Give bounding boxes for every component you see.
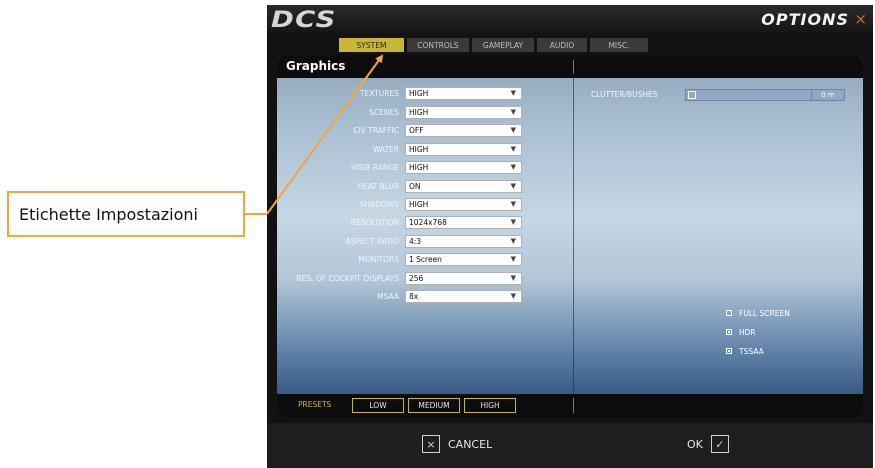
close-icon: × — [422, 435, 440, 453]
column-divider — [573, 78, 574, 394]
dropdown-value: 256 — [409, 274, 424, 283]
slider-thumb[interactable] — [688, 91, 696, 99]
chevron-down-icon: ▼ — [510, 126, 516, 134]
window-title: OPTIONS — [761, 10, 849, 29]
chevron-down-icon: ▼ — [510, 145, 516, 153]
setting-label-textures: TEXTURES — [359, 89, 399, 98]
annotation-connector-line — [245, 213, 267, 215]
setting-label-resolution: RESOLUTION — [350, 218, 399, 227]
setting-dropdown-heat-blur[interactable]: ON ▼ — [405, 180, 522, 193]
chevron-down-icon: ▼ — [510, 200, 516, 208]
dropdown-value: HIGH — [409, 163, 429, 172]
preset-low-button[interactable]: LOW — [352, 398, 404, 413]
dropdown-value: HIGH — [409, 200, 429, 209]
setting-label-water: WATER — [372, 145, 399, 154]
presets-bar: PRESETS LOW MEDIUM HIGH — [277, 394, 863, 417]
dropdown-value: HIGH — [409, 145, 429, 154]
chevron-down-icon: ▼ — [510, 237, 516, 245]
dropdown-value: ON — [409, 182, 421, 191]
checkmark-icon: ✓ — [710, 435, 729, 453]
setting-dropdown-visib-range[interactable]: HIGH ▼ — [405, 161, 522, 174]
cancel-button[interactable]: × CANCEL — [422, 435, 492, 453]
footer-bar: × CANCEL OK ✓ — [267, 423, 873, 468]
setting-dropdown-civ-traffic[interactable]: OFF ▼ — [405, 124, 522, 137]
annotation-callout-text: Etichette Impostazioni — [19, 204, 198, 224]
setting-label-aspect-ratio: ASPECT RATIO — [345, 237, 399, 246]
checkbox-label: FULL SCREEN — [739, 309, 790, 318]
tab-controls[interactable]: CONTROLS — [407, 38, 469, 52]
setting-label-shadows: SHADOWS — [359, 200, 399, 209]
setting-label-monitors: MONITORS — [358, 255, 399, 264]
options-window: DCS OPTIONS × SYSTEM CONTROLS GAMEPLAY A… — [267, 5, 873, 468]
clutter-value: 0 m — [811, 90, 844, 100]
section-title: Graphics — [286, 59, 346, 73]
dropdown-value: HIGH — [409, 89, 429, 98]
tab-misc[interactable]: MISC. — [590, 38, 648, 52]
annotation-callout: Etichette Impostazioni — [7, 191, 245, 237]
chevron-down-icon: ▼ — [510, 255, 516, 263]
dropdown-value: 4:3 — [409, 237, 422, 246]
presets-divider — [573, 398, 574, 413]
graphics-panel: Graphics TEXTURES HIGH ▼ SCENES HIGH ▼ CIV… — [277, 55, 863, 417]
dropdown-value: OFF — [409, 126, 424, 135]
setting-dropdown-cockpit-displays[interactable]: 256 ▼ — [405, 272, 522, 285]
panel-header: Graphics — [277, 55, 863, 78]
header-divider — [573, 60, 574, 74]
title-bar: DCS OPTIONS × — [267, 5, 873, 33]
checkbox-tssaa[interactable]: TSSAA — [726, 346, 764, 358]
tab-gameplay[interactable]: GAMEPLAY — [472, 38, 534, 52]
checkbox-label: TSSAA — [739, 347, 764, 356]
checkbox-box[interactable] — [726, 329, 732, 335]
dcs-logo: DCS — [271, 8, 337, 33]
setting-dropdown-water[interactable]: HIGH ▼ — [405, 143, 522, 156]
chevron-down-icon: ▼ — [510, 182, 516, 190]
chevron-down-icon: ▼ — [510, 89, 516, 97]
setting-dropdown-aspect-ratio[interactable]: 4:3 ▼ — [405, 235, 522, 248]
setting-dropdown-shadows[interactable]: HIGH ▼ — [405, 198, 522, 211]
setting-label-visib-range: VISIB RANGE — [350, 163, 399, 172]
checkbox-label: HDR — [739, 328, 756, 337]
chevron-down-icon: ▼ — [510, 163, 516, 171]
tab-system[interactable]: SYSTEM — [339, 38, 404, 52]
setting-dropdown-scenes[interactable]: HIGH ▼ — [405, 106, 522, 119]
ok-button[interactable]: OK ✓ — [687, 435, 729, 453]
clutter-slider[interactable]: 0 m — [685, 89, 845, 101]
tab-audio[interactable]: AUDIO — [537, 38, 587, 52]
checkbox-full-screen[interactable]: FULL SCREEN — [726, 308, 790, 320]
presets-label: PRESETS — [298, 400, 332, 409]
checkbox-box[interactable] — [726, 310, 732, 316]
setting-label-heat-blur: HEAT BLUR — [357, 182, 399, 191]
chevron-down-icon: ▼ — [510, 108, 516, 116]
setting-dropdown-textures[interactable]: HIGH ▼ — [405, 87, 522, 100]
dropdown-value: 8x — [409, 292, 419, 301]
close-icon[interactable]: × — [854, 10, 867, 28]
preset-high-button[interactable]: HIGH — [464, 398, 516, 413]
setting-dropdown-monitors[interactable]: 1 Screen ▼ — [405, 253, 522, 266]
checkbox-hdr[interactable]: HDR — [726, 327, 756, 339]
dropdown-value: 1 Screen — [409, 255, 442, 264]
setting-dropdown-msaa[interactable]: 8x ▼ — [405, 290, 522, 303]
clutter-label: CLUTTER/BUSHES — [591, 90, 658, 99]
chevron-down-icon: ▼ — [510, 274, 516, 282]
dropdown-value: 1024x768 — [409, 218, 447, 227]
preset-medium-button[interactable]: MEDIUM — [408, 398, 460, 413]
setting-dropdown-resolution[interactable]: 1024x768 ▼ — [405, 216, 522, 229]
setting-label-civ-traffic: CIV TRAFFIC — [353, 126, 399, 135]
setting-label-msaa: MSAA — [377, 292, 399, 301]
dropdown-value: HIGH — [409, 108, 429, 117]
checkbox-box[interactable] — [726, 348, 732, 354]
chevron-down-icon: ▼ — [510, 292, 516, 300]
cancel-label: CANCEL — [448, 437, 493, 451]
setting-label-scenes: SCENES — [369, 108, 399, 117]
tab-bar: SYSTEM CONTROLS GAMEPLAY AUDIO MISC. — [339, 38, 648, 52]
chevron-down-icon: ▼ — [510, 218, 516, 226]
setting-label-cockpit-displays: RES. OF COCKPIT DISPLAYS — [296, 274, 399, 283]
ok-label: OK — [687, 437, 703, 451]
